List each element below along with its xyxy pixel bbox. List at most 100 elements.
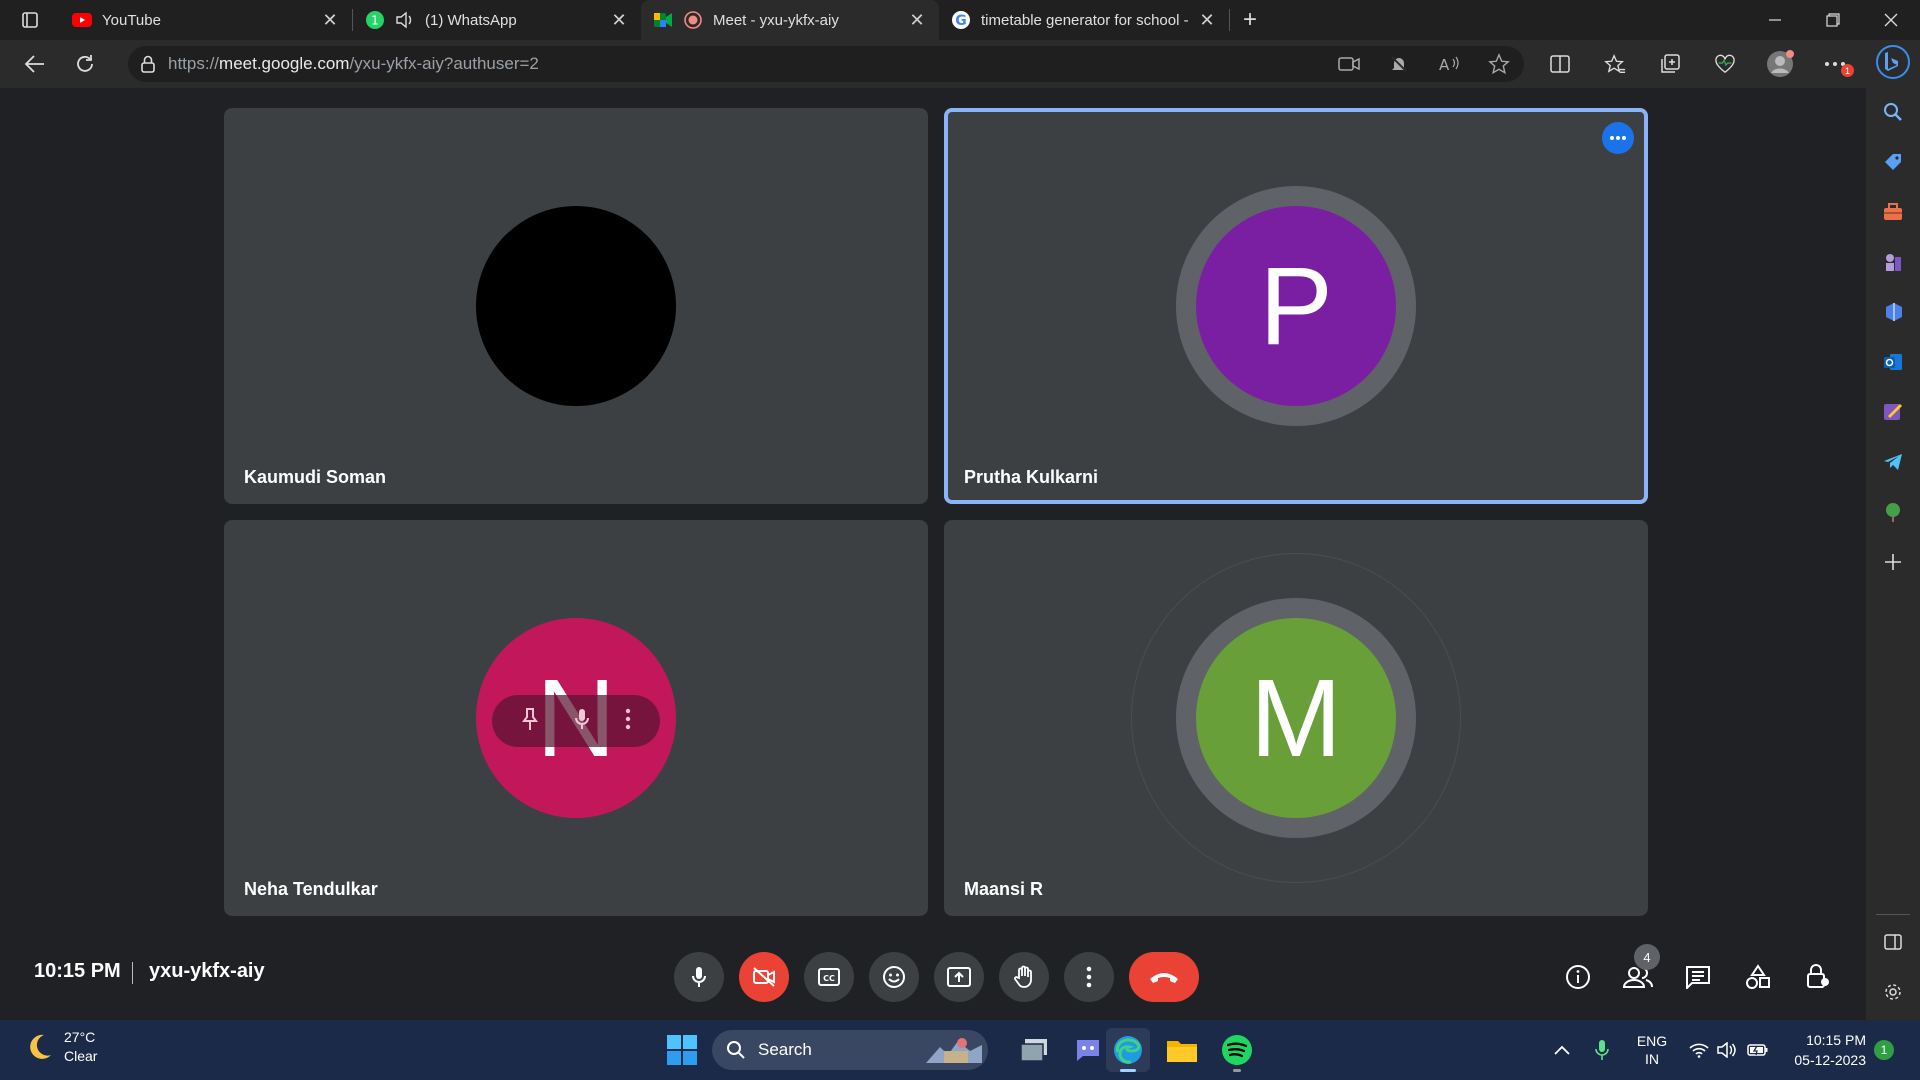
sidebar-settings-button[interactable] xyxy=(1866,972,1920,1012)
shopping-tag-icon xyxy=(1885,154,1901,170)
participant-tile-kaumudi[interactable]: Kaumudi Soman xyxy=(224,108,928,504)
meeting-info-divider xyxy=(132,962,133,984)
chess-icon xyxy=(1886,254,1901,271)
sidebar-games-button[interactable] xyxy=(1866,242,1920,282)
hide-sidebar-button[interactable] xyxy=(1866,922,1920,962)
lock-icon[interactable] xyxy=(128,55,168,73)
notification-badge[interactable]: 1 xyxy=(1874,1040,1894,1060)
sidebar-outlook-button[interactable] xyxy=(1866,342,1920,382)
telegram-icon xyxy=(1884,454,1902,470)
close-window-button[interactable] xyxy=(1862,0,1920,40)
more-horizontal-icon xyxy=(1610,136,1626,140)
sidebar-shopping-button[interactable] xyxy=(1866,142,1920,182)
svg-text:CC: CC xyxy=(823,974,835,983)
speaker-icon[interactable] xyxy=(395,10,415,30)
file-explorer-button[interactable] xyxy=(1160,1028,1204,1072)
participant-tile-prutha[interactable]: P Prutha Kulkarni xyxy=(944,108,1648,504)
volume-button[interactable] xyxy=(1714,1020,1740,1080)
running-app-indicator xyxy=(1233,1069,1241,1072)
back-button[interactable] xyxy=(10,40,60,88)
wifi-button[interactable] xyxy=(1686,1020,1712,1080)
temperature: 27°C xyxy=(64,1029,96,1045)
taskbar-search-box[interactable]: Search xyxy=(712,1030,988,1070)
minimize-button[interactable] xyxy=(1746,0,1804,40)
weather-widget[interactable]: 27°C Clear xyxy=(24,1028,97,1066)
settings-more-button[interactable]: 1 xyxy=(1807,40,1862,88)
leave-call-button[interactable] xyxy=(1129,952,1199,1002)
raise-hand-button[interactable] xyxy=(999,952,1049,1002)
spotify-button[interactable] xyxy=(1215,1028,1259,1072)
close-tab-icon[interactable]: ✕ xyxy=(609,10,629,31)
people-button[interactable]: 4 xyxy=(1614,944,1662,1002)
collections-button[interactable] xyxy=(1642,40,1697,88)
host-controls-button[interactable] xyxy=(1794,952,1842,1002)
activities-button[interactable] xyxy=(1734,952,1782,1002)
tab-whatsapp[interactable]: 1 (1) WhatsApp ✕ xyxy=(353,0,641,40)
show-hidden-icons-button[interactable] xyxy=(1548,1020,1576,1080)
participant-tile-maansi[interactable]: M Maansi R xyxy=(944,520,1648,916)
pin-icon[interactable] xyxy=(521,707,539,736)
avatar-icon xyxy=(1766,50,1794,77)
meeting-details-button[interactable] xyxy=(1554,952,1602,1002)
start-button[interactable] xyxy=(662,1030,702,1070)
window-controls xyxy=(1746,0,1920,40)
windows-logo-icon xyxy=(667,1035,697,1065)
split-screen-button[interactable] xyxy=(1532,40,1587,88)
teams-chat-button[interactable] xyxy=(1066,1028,1110,1072)
present-screen-button[interactable] xyxy=(934,952,984,1002)
profile-button[interactable] xyxy=(1752,40,1807,88)
activities-shapes-icon xyxy=(1746,964,1770,989)
search-icon xyxy=(727,1041,745,1059)
system-clock[interactable]: 10:15 PM 05-12-2023 xyxy=(1778,1030,1866,1070)
language-indicator[interactable]: ENG IN xyxy=(1630,1020,1674,1080)
edge-taskbar-button[interactable] xyxy=(1106,1028,1150,1072)
svg-text:G: G xyxy=(955,13,967,29)
tab-google-search[interactable]: G timetable generator for school - ✕ xyxy=(939,0,1229,40)
tab-actions-button[interactable] xyxy=(0,0,60,40)
tab-youtube[interactable]: YouTube ✕ xyxy=(60,0,352,40)
favorites-button[interactable] xyxy=(1587,40,1642,88)
lock-person-icon xyxy=(1807,964,1829,988)
wifi-icon xyxy=(1689,1043,1709,1058)
sidebar-tools-button[interactable] xyxy=(1866,192,1920,232)
sidebar-copilot-button[interactable] xyxy=(1866,292,1920,332)
chat-button[interactable] xyxy=(1674,952,1722,1002)
notifications-blocked-icon[interactable] xyxy=(1374,46,1424,82)
task-view-button[interactable] xyxy=(1012,1028,1056,1072)
camera-off-button[interactable] xyxy=(739,952,789,1002)
reactions-button[interactable] xyxy=(869,952,919,1002)
close-tab-icon[interactable]: ✕ xyxy=(320,10,340,31)
close-tab-icon[interactable]: ✕ xyxy=(1197,10,1217,31)
sidebar-designer-button[interactable] xyxy=(1866,392,1920,432)
meet-icon xyxy=(653,10,673,30)
restore-button[interactable] xyxy=(1804,0,1862,40)
participant-avatar: P xyxy=(1196,206,1396,406)
read-aloud-icon[interactable]: A xyxy=(1424,46,1474,82)
sidebar-telegram-button[interactable] xyxy=(1866,442,1920,482)
battery-button[interactable] xyxy=(1744,1020,1772,1080)
browser-essentials-button[interactable] xyxy=(1697,40,1752,88)
more-options-button[interactable] xyxy=(1602,122,1634,154)
toolbox-icon xyxy=(1884,203,1902,220)
refresh-button[interactable] xyxy=(60,40,110,88)
microphone-button[interactable] xyxy=(674,952,724,1002)
sidebar-add-button[interactable] xyxy=(1866,542,1920,582)
camera-in-use-icon[interactable] xyxy=(1324,46,1374,82)
bing-copilot-button[interactable] xyxy=(1866,42,1920,82)
sidebar-tree-button[interactable] xyxy=(1866,492,1920,532)
address-bar[interactable]: https://meet.google.com/yxu-ykfx-aiy?aut… xyxy=(128,46,1524,82)
outlook-icon xyxy=(1884,354,1902,370)
captions-button[interactable]: CC xyxy=(804,952,854,1002)
mute-participant-icon[interactable] xyxy=(573,707,591,736)
sidebar-search-button[interactable] xyxy=(1866,92,1920,132)
tab-meet[interactable]: Meet - yxu-ykfx-aiy ✕ xyxy=(641,0,939,40)
participant-tile-neha[interactable]: N Neha Tendulkar xyxy=(224,520,928,916)
participant-name: Neha Tendulkar xyxy=(244,879,378,899)
new-tab-button[interactable]: + xyxy=(1230,0,1270,40)
more-vertical-icon[interactable] xyxy=(625,708,631,735)
more-options-button[interactable] xyxy=(1064,952,1114,1002)
sidebar-panel-icon xyxy=(1884,934,1902,950)
microphone-in-use-button[interactable] xyxy=(1588,1020,1616,1080)
close-tab-icon[interactable]: ✕ xyxy=(907,10,927,31)
favorite-star-icon[interactable] xyxy=(1474,46,1524,82)
